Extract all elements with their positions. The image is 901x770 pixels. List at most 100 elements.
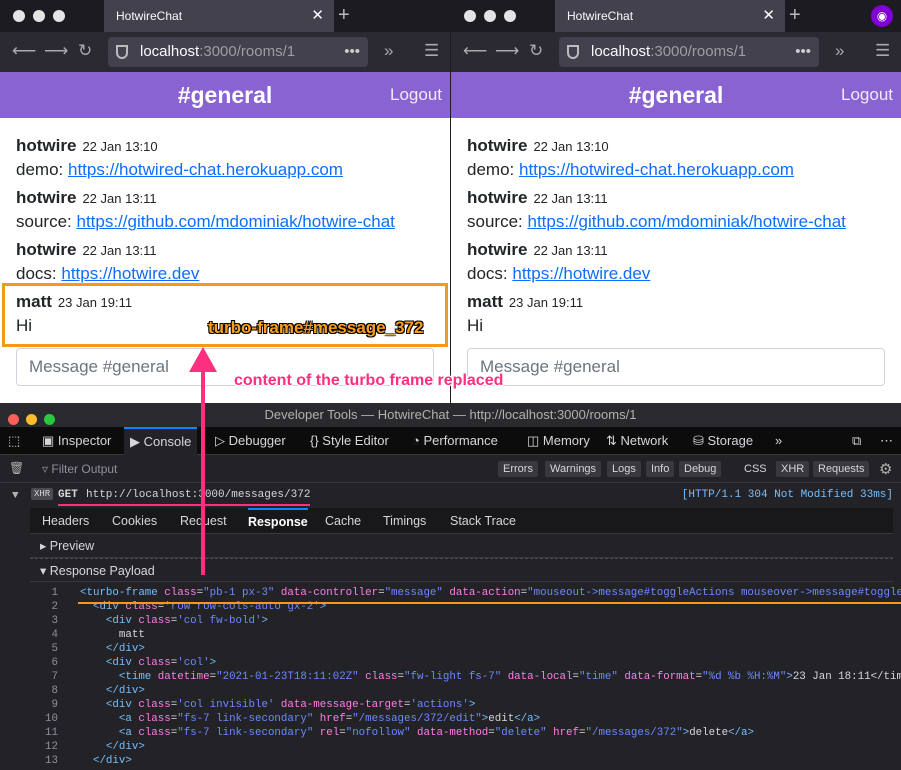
back-icon[interactable]: ⟵: [463, 41, 487, 61]
line-number: 9: [51, 699, 58, 711]
close-tab-icon[interactable]: ✕: [311, 0, 324, 32]
devtools-window: Developer Tools — HotwireChat — http://l…: [0, 403, 901, 770]
message-prefix: source:: [467, 212, 528, 231]
browser-tab[interactable]: HotwireChat ✕: [555, 0, 785, 32]
replace-annotation: content of the turbo frame replaced: [234, 372, 504, 389]
preview-section[interactable]: ▸ Preview: [30, 534, 893, 558]
code-token: class: [138, 615, 171, 627]
tab-storage[interactable]: ⛁ Storage: [693, 427, 753, 455]
forward-icon[interactable]: ⟶: [495, 41, 519, 61]
code-token: data-controller: [280, 587, 379, 599]
subtab-timings[interactable]: Timings: [383, 508, 426, 534]
trash-icon[interactable]: 🗑: [9, 461, 24, 475]
message-link[interactable]: https://github.com/mdominiak/hotwire-cha…: [527, 212, 845, 231]
reload-icon[interactable]: ↻: [78, 41, 92, 61]
code-token: "mouseout->message#toggleActions mouseov…: [527, 587, 901, 599]
filter-warnings[interactable]: Warnings: [545, 461, 602, 477]
code-line: 12 </div>: [30, 740, 901, 754]
message: hotwire 22 Jan 13:10 demo: https://hotwir…: [467, 136, 794, 180]
tab-performance[interactable]: ◔ Performance: [412, 427, 498, 455]
filter-info[interactable]: Info: [646, 461, 675, 477]
forward-icon[interactable]: ⟶: [44, 41, 68, 61]
code-token: "fs-7 link-secondary": [177, 727, 320, 739]
overflow-icon[interactable]: »: [384, 41, 393, 61]
message-link[interactable]: https://hotwire.dev: [512, 264, 650, 283]
browser-tab[interactable]: HotwireChat ✕: [104, 0, 334, 32]
new-tab-icon[interactable]: +: [338, 4, 350, 27]
filter-errors[interactable]: Errors: [498, 461, 538, 477]
tab-style-editor[interactable]: {} Style Editor: [310, 427, 389, 455]
tab-inspector[interactable]: ▣ Inspector: [42, 427, 111, 455]
address-bar[interactable]: localhost:3000/rooms/1 •••: [108, 37, 368, 67]
filter-requests[interactable]: Requests: [813, 461, 870, 477]
window-controls[interactable]: [13, 9, 73, 27]
settings-gear-icon[interactable]: ⚙: [879, 460, 892, 478]
code-token: 23 Jan 18:11</time>: [792, 671, 901, 683]
subtab-stack-trace[interactable]: Stack Trace: [450, 508, 516, 534]
code-token: "time": [578, 671, 625, 683]
window-controls[interactable]: [464, 9, 524, 27]
filter-debug[interactable]: Debug: [679, 461, 722, 477]
tab-debugger[interactable]: ▷ Debugger: [215, 427, 286, 455]
close-tab-icon[interactable]: ✕: [762, 0, 775, 32]
message-link[interactable]: https://hotwired-chat.herokuapp.com: [68, 160, 343, 179]
new-tab-icon[interactable]: +: [789, 4, 801, 27]
request-url[interactable]: http://localhost:3000/messages/372: [86, 489, 310, 501]
tab-network[interactable]: ⇅ Network: [606, 427, 668, 455]
message-author: hotwire: [467, 136, 528, 155]
code-token: >: [261, 615, 268, 627]
preview-label: Preview: [49, 539, 95, 553]
dock-icon[interactable]: ⧉: [852, 427, 861, 455]
tab-title: HotwireChat: [567, 9, 634, 23]
menu-icon[interactable]: ☰: [875, 41, 890, 61]
line-number: 2: [51, 601, 58, 613]
overflow-icon[interactable]: »: [775, 427, 782, 455]
more-icon[interactable]: •••: [795, 37, 811, 67]
devtools-titlebar: Developer Tools — HotwireChat — http://l…: [0, 403, 901, 427]
code-token: data-action: [449, 587, 521, 599]
code-line: 8 </div>: [30, 684, 901, 698]
subtab-cache[interactable]: Cache: [325, 508, 361, 534]
code-token: <a: [118, 727, 139, 739]
message-link[interactable]: https://hotwire.dev: [61, 264, 199, 283]
filter-input[interactable]: ▿ Filter Output: [42, 462, 117, 476]
turbo-frame-label: turbo-frame#message_372: [208, 318, 424, 337]
expand-chevron-icon[interactable]: ▼: [12, 490, 19, 502]
more-icon[interactable]: •••: [344, 37, 360, 67]
line-number: 1: [51, 587, 58, 599]
message-link[interactable]: https://github.com/mdominiak/hotwire-cha…: [76, 212, 394, 231]
more-options-icon[interactable]: ⋯: [880, 427, 893, 455]
message: hotwire 22 Jan 13:11 source: https://gith…: [16, 188, 395, 232]
code-token: <div: [105, 657, 139, 669]
tab-bar: HotwireChat ✕ +: [0, 0, 450, 32]
code-token: "pb-1 px-3": [203, 587, 281, 599]
subtab-cookies[interactable]: Cookies: [112, 508, 157, 534]
line-number: 12: [45, 741, 58, 753]
subtab-headers[interactable]: Headers: [42, 508, 89, 534]
back-icon[interactable]: ⟵: [12, 41, 36, 61]
filter-css[interactable]: CSS: [739, 461, 772, 477]
address-bar[interactable]: localhost:3000/rooms/1 •••: [559, 37, 819, 67]
network-request-row[interactable]: ▼ XHR GET http://localhost:3000/messages…: [0, 486, 901, 508]
message-link[interactable]: https://hotwired-chat.herokuapp.com: [519, 160, 794, 179]
menu-icon[interactable]: ☰: [424, 41, 439, 61]
response-payload-section[interactable]: ▾ Response Payload: [30, 558, 893, 582]
filter-logs[interactable]: Logs: [607, 461, 641, 477]
message-prefix: source:: [16, 212, 77, 231]
message-input[interactable]: Message #general: [467, 348, 885, 386]
room-header: #general Logout: [0, 72, 450, 118]
filter-xhr[interactable]: XHR: [776, 461, 810, 477]
logout-link[interactable]: Logout: [390, 85, 442, 105]
overflow-icon[interactable]: »: [835, 41, 844, 61]
element-picker-icon[interactable]: ⬚: [8, 427, 20, 455]
reload-icon[interactable]: ↻: [529, 41, 543, 61]
subtab-response[interactable]: Response: [248, 508, 308, 534]
filter-placeholder: Filter Output: [51, 462, 118, 476]
code-token: >: [468, 699, 476, 711]
logout-link[interactable]: Logout: [841, 85, 893, 105]
tab-memory[interactable]: ◫ Memory: [527, 427, 590, 455]
subtab-request[interactable]: Request: [180, 508, 227, 534]
tab-console[interactable]: ▶ Console: [124, 427, 198, 455]
